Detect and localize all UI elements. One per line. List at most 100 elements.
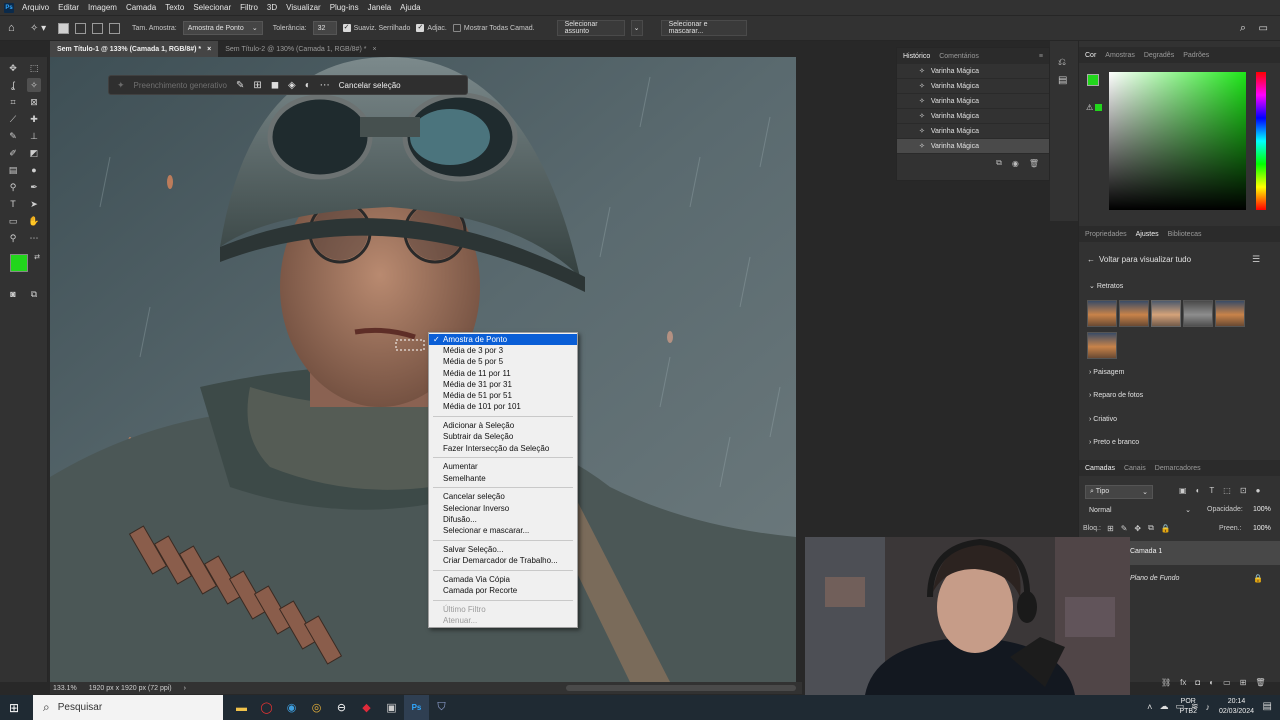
- chrome-icon[interactable]: ◎: [304, 695, 329, 720]
- photoshop-logo-icon[interactable]: Ps: [4, 2, 14, 13]
- eraser-tool-icon[interactable]: ◩: [27, 146, 41, 160]
- select-subject-button[interactable]: Selecionar assunto: [556, 20, 625, 36]
- tab-document-2[interactable]: Sem Título-2 @ 130% (Camada 1, RGB/8#) *…: [218, 41, 383, 57]
- history-row[interactable]: ✧ Varinha Mágica: [897, 109, 1049, 124]
- list-view-icon[interactable]: ☰: [1252, 254, 1260, 265]
- tab-channels[interactable]: Canais: [1124, 465, 1146, 472]
- section-portraits[interactable]: ⌄ Retratos: [1089, 282, 1123, 290]
- trash-icon[interactable]: 🗑: [1029, 159, 1039, 168]
- preset-thumbnail[interactable]: [1183, 300, 1213, 327]
- opacity-input[interactable]: 100%: [1253, 506, 1271, 513]
- lock-image-icon[interactable]: ✎: [1121, 524, 1128, 533]
- menu-item-subtract-selection[interactable]: Subtrair da Seleção: [429, 431, 577, 442]
- mask-icon[interactable]: ◼: [271, 80, 279, 91]
- close-icon[interactable]: ×: [207, 46, 211, 53]
- adjustment-icon[interactable]: ◐: [305, 80, 311, 91]
- tab-layers[interactable]: Camadas: [1085, 465, 1115, 472]
- history-row[interactable]: ✧ Varinha Mágica: [897, 79, 1049, 94]
- tab-document-1[interactable]: Sem Título-1 @ 133% (Camada 1, RGB/8#) *…: [50, 41, 219, 57]
- lasso-tool-icon[interactable]: ʆ: [6, 78, 20, 92]
- pen-tool-icon[interactable]: ✒: [27, 180, 41, 194]
- add-mask-icon[interactable]: ◘: [1195, 678, 1200, 687]
- lock-all-icon[interactable]: 🔒: [1161, 524, 1171, 533]
- app-blue-icon[interactable]: ⛉: [429, 695, 454, 720]
- menu-editar[interactable]: Editar: [58, 3, 79, 12]
- tab-gradients[interactable]: Degradês: [1144, 52, 1174, 59]
- crop-tool-icon[interactable]: ⌗: [6, 95, 20, 109]
- select-subject-dropdown[interactable]: ⌄: [630, 20, 643, 36]
- notification-icon[interactable]: ▤: [1263, 701, 1272, 712]
- menu-item-save-selection[interactable]: Salvar Seleção...: [429, 544, 577, 555]
- shape-filter-icon[interactable]: ⬚: [1223, 486, 1231, 495]
- swap-colors-icon[interactable]: ⇄: [30, 251, 44, 265]
- subtract-selection-icon[interactable]: [92, 22, 103, 34]
- contiguous-checkbox[interactable]: ✓ Adjac.: [416, 24, 447, 32]
- menu-item-layer-via-copy[interactable]: Camada Via Cópia: [429, 574, 577, 585]
- history-row[interactable]: ✧ Varinha Mágica: [897, 124, 1049, 139]
- menu-texto[interactable]: Texto: [165, 3, 184, 12]
- section-creative[interactable]: › Criativo: [1089, 416, 1117, 423]
- menu-visualizar[interactable]: Visualizar: [286, 3, 321, 12]
- photoshop-taskbar-icon[interactable]: Ps: [404, 695, 429, 720]
- menu-item-5x5[interactable]: Média de 5 por 5: [429, 356, 577, 367]
- panel-menu-icon[interactable]: ≡: [1039, 53, 1043, 60]
- menu-item-grow[interactable]: Aumentar: [429, 461, 577, 472]
- preset-thumbnail[interactable]: [1151, 300, 1181, 327]
- trash-icon[interactable]: 🗑: [1255, 678, 1265, 687]
- transform-selection-icon[interactable]: ⊞: [253, 80, 261, 91]
- lock-artboard-icon[interactable]: ⧉: [1148, 523, 1154, 533]
- new-selection-icon[interactable]: [58, 22, 69, 34]
- menu-3d[interactable]: 3D: [267, 3, 277, 12]
- menu-camada[interactable]: Camada: [126, 3, 156, 12]
- menu-item-deselect[interactable]: Cancelar seleção: [429, 491, 577, 502]
- more-tools-icon[interactable]: ⋯: [27, 231, 41, 245]
- quick-mask-icon[interactable]: ◙: [6, 287, 20, 301]
- type-tool-icon[interactable]: T: [6, 197, 20, 211]
- new-document-icon[interactable]: ⧉: [996, 158, 1002, 168]
- workspace-icon[interactable]: ▭: [1259, 23, 1268, 34]
- document-canvas[interactable]: [50, 57, 796, 682]
- preset-thumbnail[interactable]: [1087, 332, 1117, 359]
- screen-mode-icon[interactable]: ⧉: [27, 287, 41, 301]
- menu-item-51x51[interactable]: Média de 51 por 51: [429, 390, 577, 401]
- menu-item-101x101[interactable]: Média de 101 por 101: [429, 401, 577, 412]
- preset-thumbnail[interactable]: [1087, 300, 1117, 327]
- hand-tool-icon[interactable]: ✋: [27, 214, 41, 228]
- menu-item-feather[interactable]: Difusão...: [429, 514, 577, 525]
- new-group-icon[interactable]: ▭: [1223, 678, 1231, 687]
- terminal-icon[interactable]: ▣: [379, 695, 404, 720]
- layer-filter-dropdown[interactable]: ⌕ Tipo ⌄: [1085, 485, 1153, 499]
- history-panel-icon[interactable]: ⎌: [1058, 57, 1066, 68]
- menu-janela[interactable]: Janela: [368, 3, 392, 12]
- menu-item-make-work-path[interactable]: Criar Demarcador de Trabalho...: [429, 555, 577, 566]
- add-selection-icon[interactable]: [75, 22, 86, 34]
- move-tool-icon[interactable]: ✥: [6, 61, 20, 75]
- menu-item-layer-via-cut[interactable]: Camada por Recorte: [429, 585, 577, 596]
- app-red-icon[interactable]: ◆: [354, 695, 379, 720]
- foreground-color-swatch[interactable]: [10, 254, 28, 272]
- menu-item-select-and-mask[interactable]: Selecionar e mascarar...: [429, 525, 577, 536]
- tab-libraries[interactable]: Bibliotecas: [1168, 231, 1202, 238]
- tab-color[interactable]: Cor: [1085, 52, 1096, 59]
- blur-tool-icon[interactable]: ●: [27, 163, 41, 177]
- sample-size-dropdown[interactable]: Amostra de Ponto ⌄: [182, 21, 263, 35]
- more-options-icon[interactable]: ⋯: [320, 80, 330, 91]
- history-brush-icon[interactable]: ✐: [6, 146, 20, 160]
- type-filter-icon[interactable]: T: [1209, 486, 1214, 495]
- edge-icon[interactable]: ◉: [279, 695, 304, 720]
- menu-item-3x3[interactable]: Média de 3 por 3: [429, 345, 577, 356]
- section-landscape[interactable]: › Paisagem: [1089, 369, 1124, 376]
- preset-thumbnail[interactable]: [1215, 300, 1245, 327]
- intersect-selection-icon[interactable]: [109, 22, 120, 34]
- menu-item-31x31[interactable]: Média de 31 por 31: [429, 379, 577, 390]
- close-icon[interactable]: ×: [372, 46, 376, 53]
- taskbar-search-box[interactable]: ⌕ Pesquisar: [33, 695, 223, 720]
- menu-filtro[interactable]: Filtro: [240, 3, 258, 12]
- select-and-mask-button[interactable]: Selecionar e mascarar...: [660, 20, 747, 36]
- menu-item-intersect-selection[interactable]: Fazer Intersecção da Seleção: [429, 443, 577, 454]
- tab-adjustments[interactable]: Ajustes: [1136, 231, 1159, 238]
- dodge-tool-icon[interactable]: ⚲: [6, 180, 20, 194]
- menu-item-11x11[interactable]: Média de 11 por 11: [429, 368, 577, 379]
- chevron-up-icon[interactable]: ˄: [1147, 702, 1152, 712]
- snapshot-icon[interactable]: ◉: [1012, 159, 1019, 168]
